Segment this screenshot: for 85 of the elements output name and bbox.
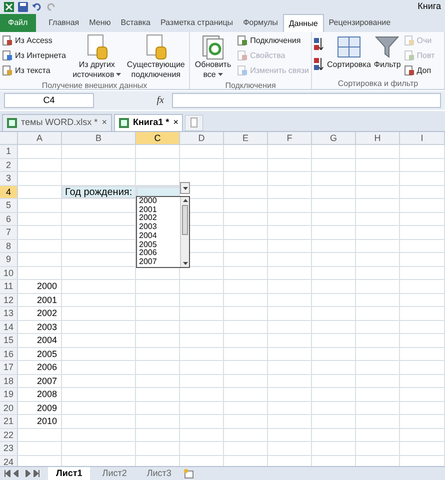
window-title: Книга bbox=[418, 0, 441, 13]
table-cell: 2008 bbox=[18, 388, 62, 400]
ribbon-tab[interactable]: Рецензирование bbox=[324, 14, 396, 32]
table-cell: 2000 bbox=[18, 280, 62, 292]
row-header[interactable]: 5 bbox=[0, 199, 18, 212]
tab-label: темы WORD.xlsx * bbox=[21, 116, 98, 130]
row-header[interactable]: 21 bbox=[0, 415, 18, 428]
row-header[interactable]: 16 bbox=[0, 348, 18, 360]
column-header[interactable]: A bbox=[18, 132, 62, 144]
close-button[interactable]: × bbox=[173, 116, 178, 130]
row-header[interactable]: 18 bbox=[0, 374, 18, 387]
file-tab[interactable]: Файл bbox=[0, 14, 36, 32]
name-box[interactable]: C4 bbox=[4, 93, 94, 108]
column-header[interactable]: H bbox=[356, 132, 400, 144]
group-label: Получение внешних данных bbox=[40, 80, 148, 91]
row-header[interactable]: 14 bbox=[0, 320, 18, 333]
group-label: Подключения bbox=[224, 80, 277, 91]
ribbon-large-button[interactable]: Обновить все bbox=[192, 34, 234, 80]
list-option[interactable]: 2002 bbox=[139, 214, 180, 224]
row-header[interactable]: 20 bbox=[0, 402, 18, 414]
column-header[interactable]: I bbox=[400, 132, 445, 144]
row-header[interactable]: 24 bbox=[0, 456, 18, 466]
table-cell: 2003 bbox=[18, 320, 62, 333]
column-header[interactable]: D bbox=[180, 132, 224, 144]
column-header[interactable]: G bbox=[312, 132, 356, 144]
table-cell: 2002 bbox=[18, 307, 62, 320]
row-header[interactable]: 17 bbox=[0, 361, 18, 374]
row-header[interactable]: 19 bbox=[0, 388, 18, 400]
document-tab[interactable]: темы WORD.xlsx * × bbox=[2, 114, 112, 131]
row-header[interactable]: 10 bbox=[0, 266, 18, 279]
close-button[interactable]: × bbox=[102, 116, 107, 130]
column-header[interactable]: E bbox=[224, 132, 268, 144]
list-option[interactable]: 2004 bbox=[139, 232, 180, 241]
sheet-tab[interactable]: Лист2 bbox=[94, 467, 135, 480]
ribbon-button[interactable]: Из Access bbox=[2, 34, 66, 47]
table-cell: 2004 bbox=[18, 334, 62, 346]
row-header[interactable]: 11 bbox=[0, 280, 18, 292]
list-option[interactable]: 2001 bbox=[139, 206, 180, 214]
ribbon-button[interactable]: Из Интернета bbox=[2, 49, 66, 62]
ribbon-tab[interactable]: Главная bbox=[44, 14, 84, 32]
row-header[interactable]: 15 bbox=[0, 334, 18, 346]
column-header[interactable]: C bbox=[136, 132, 180, 144]
sheet-tab[interactable]: Лист3 bbox=[138, 467, 180, 480]
list-option[interactable]: 2006 bbox=[139, 249, 180, 258]
document-tab[interactable]: Книга1 * × bbox=[114, 114, 184, 131]
row-header[interactable]: 13 bbox=[0, 307, 18, 320]
row-header[interactable]: 12 bbox=[0, 294, 18, 306]
row-header[interactable]: 8 bbox=[0, 240, 18, 252]
table-cell: 2009 bbox=[18, 402, 62, 414]
ribbon-large-button[interactable]: Из других источников bbox=[68, 34, 125, 80]
ribbon-button[interactable]: Из текста bbox=[2, 64, 66, 77]
sheet-tab[interactable]: Лист1 bbox=[48, 467, 90, 480]
list-option[interactable]: 2005 bbox=[139, 240, 180, 250]
ribbon-large-button[interactable]: Фильтр bbox=[374, 34, 401, 70]
row-header[interactable]: 23 bbox=[0, 442, 18, 454]
table-cell: 2001 bbox=[18, 294, 62, 306]
table-cell: 2005 bbox=[18, 348, 62, 360]
ribbon-large-button[interactable]: Существующие подключения bbox=[128, 34, 184, 80]
ribbon-button[interactable]: Доп bbox=[404, 64, 435, 77]
ribbon-tab[interactable]: Формулы bbox=[238, 14, 283, 32]
ribbon-tab[interactable]: Данные bbox=[282, 14, 324, 32]
column-header[interactable]: F bbox=[268, 132, 312, 144]
row-header[interactable]: 22 bbox=[0, 428, 18, 441]
row-header[interactable]: 6 bbox=[0, 212, 18, 225]
tab-label: Книга1 * bbox=[132, 116, 170, 130]
table-cell: 2007 bbox=[18, 374, 62, 387]
row-header[interactable]: 9 bbox=[0, 253, 18, 266]
table-cell: 2006 bbox=[18, 361, 62, 374]
row-header[interactable]: 7 bbox=[0, 226, 18, 238]
ribbon-tab[interactable]: Меню bbox=[84, 14, 116, 32]
row-header[interactable]: 2 bbox=[0, 158, 18, 171]
row-header[interactable]: 4 bbox=[0, 186, 18, 198]
group-label: Сортировка и фильтр bbox=[336, 78, 420, 89]
ribbon-button[interactable]: Подключения bbox=[237, 34, 309, 47]
table-cell: Год рождения: bbox=[62, 186, 136, 198]
ribbon-large-button[interactable]: Сортировка bbox=[327, 34, 371, 70]
list-option[interactable]: 2007 bbox=[139, 258, 180, 267]
table-cell: 2010 bbox=[18, 415, 62, 428]
ribbon-tab[interactable]: Вставка bbox=[116, 14, 156, 32]
list-option[interactable]: 2003 bbox=[139, 223, 180, 232]
row-header[interactable]: 3 bbox=[0, 172, 18, 184]
ribbon-tab[interactable]: Разметка страницы bbox=[155, 14, 238, 32]
fx-label[interactable]: fx bbox=[98, 93, 168, 108]
row-header[interactable]: 1 bbox=[0, 145, 18, 158]
list-option[interactable]: 2000 bbox=[139, 197, 180, 206]
